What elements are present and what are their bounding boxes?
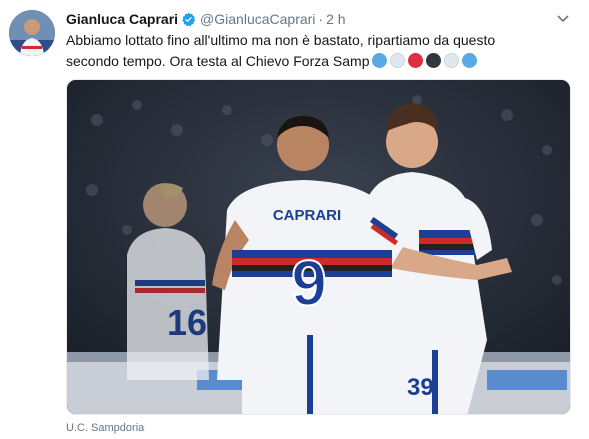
heart-emoji-5 (444, 53, 460, 68)
football-celebration-photo: 16 39 CAPRARI 9 (67, 80, 570, 414)
heart-emoji-row (369, 53, 478, 69)
verified-badge-icon (181, 12, 196, 32)
tweet-text-line-1: Abbiamo lottato fino all'ultimo ma non è… (66, 32, 496, 48)
tweet-text-line-2-content: secondo tempo. Ora testa al Chievo Forza… (66, 53, 370, 69)
left-player-number: 16 (167, 302, 207, 343)
photo-caption[interactable]: U.C. Sampdoria (66, 421, 144, 435)
heart-emoji-1 (372, 53, 388, 68)
header-separator: · (318, 11, 324, 27)
jersey-number: 9 (291, 247, 327, 319)
tweet-timestamp[interactable]: 2 h (326, 11, 345, 27)
tweet-photo[interactable]: 16 39 CAPRARI 9 (66, 79, 571, 415)
heart-emoji-4 (426, 53, 442, 68)
author-name[interactable]: Gianluca Caprari (66, 11, 178, 27)
author-handle[interactable]: @GianlucaCaprari (200, 11, 315, 27)
heart-emoji-2 (390, 53, 406, 68)
jersey-name: CAPRARI (273, 207, 341, 224)
tweet-text: Abbiamo lottato fino all'ultimo ma non è… (66, 30, 566, 72)
author-avatar[interactable] (9, 10, 55, 56)
tweet-text-line-2: secondo tempo. Ora testa al Chievo Forza… (66, 51, 566, 72)
avatar-photo (9, 10, 55, 56)
chevron-down-icon[interactable] (555, 10, 571, 26)
heart-emoji-6 (462, 53, 478, 68)
heart-emoji-3 (408, 53, 424, 68)
right-player-number: 39 (407, 374, 434, 401)
tweet-header: Gianluca Caprari @GianlucaCaprari · 2 h (66, 9, 589, 29)
